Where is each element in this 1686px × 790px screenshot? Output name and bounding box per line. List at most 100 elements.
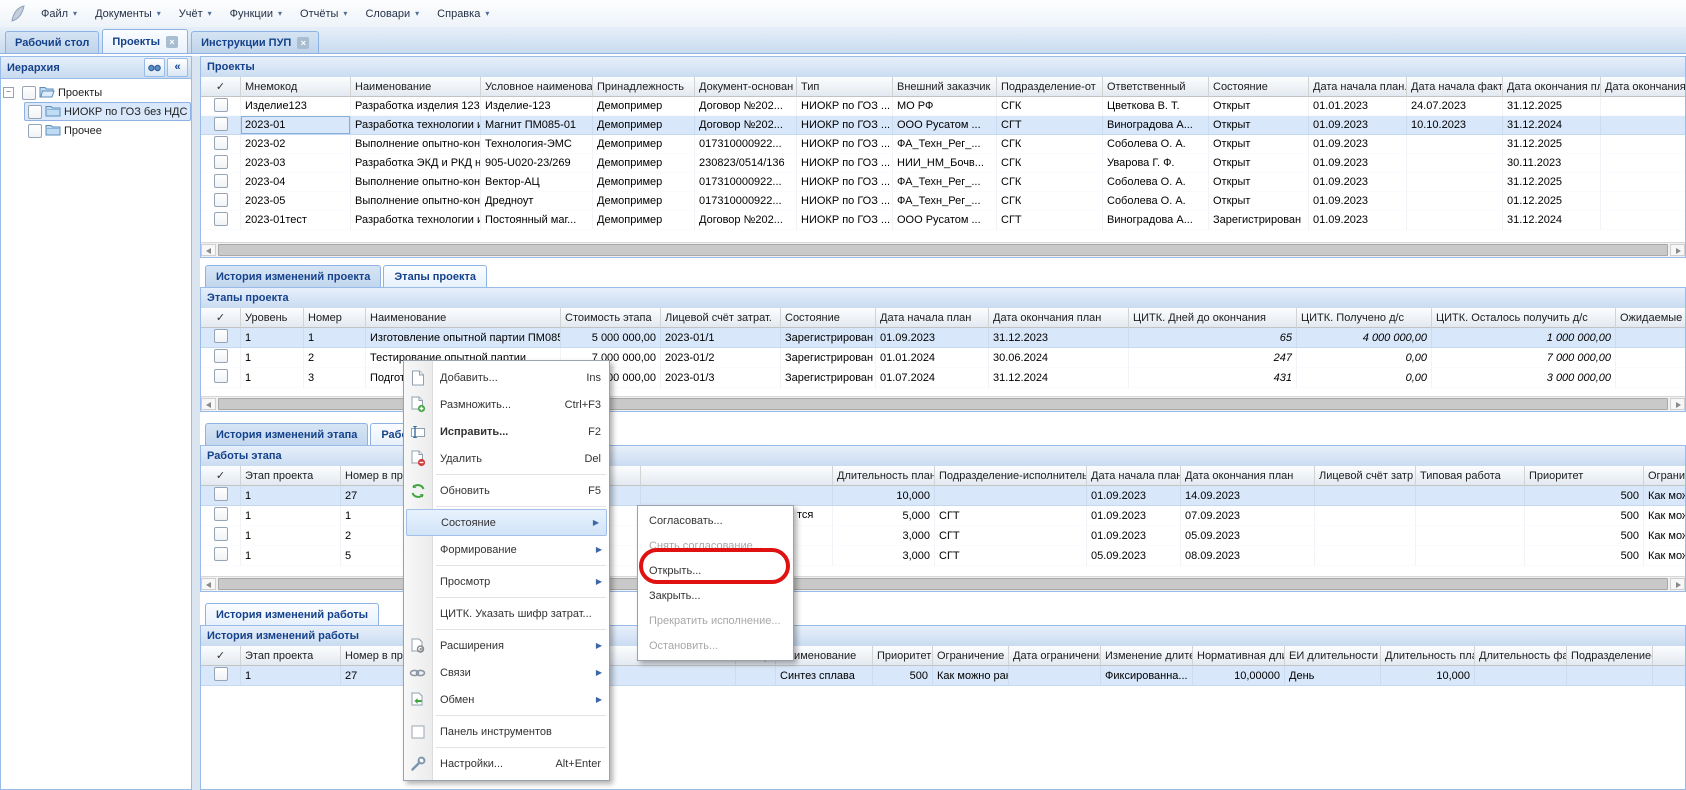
column-header[interactable]: Подразделение-от — [997, 77, 1103, 97]
column-header[interactable]: Тип — [797, 77, 893, 97]
menu-item[interactable]: Состояние▶ — [406, 509, 607, 536]
cell[interactable]: ФА_Техн_Рег_... — [893, 192, 997, 211]
cell[interactable]: 2023-01/3 — [661, 368, 781, 388]
cell[interactable]: 01.09.2023 — [1087, 486, 1181, 506]
cell[interactable]: 30.11.2023 — [1503, 154, 1601, 173]
cell[interactable]: Зарегистрирован — [781, 368, 876, 388]
column-header[interactable]: Дата начала факт. — [1407, 77, 1503, 97]
cell[interactable]: СГК — [997, 135, 1103, 154]
cell[interactable]: 01.09.2023 — [1309, 173, 1407, 192]
row-checkbox[interactable] — [214, 155, 228, 169]
column-header[interactable]: Дата начала план — [876, 308, 989, 328]
window-tab[interactable]: Инструкции ПУП× — [191, 31, 319, 53]
cell[interactable]: Изготовление опытной партии ПМ085-01 — [366, 328, 561, 348]
cell[interactable]: 2023-03 — [241, 154, 351, 173]
cell[interactable]: Открыт — [1209, 97, 1309, 116]
column-header[interactable]: ЕИ длительности — [1285, 646, 1381, 666]
row-checkbox[interactable] — [214, 507, 228, 521]
cell[interactable]: Как можно ран... — [1644, 486, 1685, 506]
cell[interactable]: Технология-ЭМС — [481, 135, 593, 154]
column-header[interactable]: Номер — [304, 308, 366, 328]
cell[interactable]: 01.09.2023 — [1087, 526, 1181, 546]
table-row[interactable]: 2023-03Разработка ЭКД и РКД н...905-U020… — [201, 154, 1685, 173]
tree-expander-icon[interactable]: − — [3, 87, 14, 98]
cell[interactable]: 2023-05 — [241, 192, 351, 211]
cell[interactable]: 905-U020-23/269 — [481, 154, 593, 173]
column-header[interactable]: Нормативная длит — [1193, 646, 1285, 666]
cell[interactable] — [1653, 666, 1685, 686]
cell[interactable]: 10,00000 — [1193, 666, 1285, 686]
cell[interactable]: Демопример — [593, 211, 695, 230]
cell[interactable] — [1407, 154, 1503, 173]
row-checkbox[interactable] — [214, 98, 228, 112]
menubar-item[interactable]: Учёт▾ — [170, 4, 221, 24]
row-checkbox[interactable] — [214, 212, 228, 226]
column-header[interactable]: Дата окончания план — [1181, 466, 1315, 486]
cell[interactable]: 5 000 000,00 — [561, 328, 661, 348]
cell[interactable]: 1 — [241, 506, 341, 526]
row-checkbox[interactable] — [214, 369, 228, 383]
column-header[interactable]: Подразделение-ис — [1567, 646, 1653, 666]
cell[interactable] — [1601, 116, 1685, 135]
column-header[interactable]: Ожидаемые — [1616, 308, 1685, 328]
cell[interactable]: Демопример — [593, 135, 695, 154]
cell[interactable]: 500 — [1525, 526, 1644, 546]
row-checkbox[interactable] — [214, 349, 228, 363]
column-header[interactable]: Дата начала план. — [1087, 466, 1181, 486]
cell[interactable]: СГК — [997, 97, 1103, 116]
column-header[interactable]: Лицевой счёт затрат. — [661, 308, 781, 328]
cell[interactable]: Договор №202... — [695, 116, 797, 135]
cell[interactable]: 24.07.2023 — [1407, 97, 1503, 116]
cell[interactable] — [1315, 506, 1416, 526]
menubar-item[interactable]: Словари▾ — [356, 4, 428, 24]
table-row[interactable]: 2023-04Выполнение опытно-конс...Вектор-А… — [201, 173, 1685, 192]
menu-item[interactable]: ЦИТК. Указать шифр затрат... — [404, 600, 609, 627]
cell[interactable]: Разработка технологии и... — [351, 211, 481, 230]
close-icon[interactable]: × — [166, 36, 178, 48]
cell[interactable]: Как можно ран... — [933, 666, 1009, 686]
cell[interactable]: Демопример — [593, 154, 695, 173]
column-header[interactable]: ЦИТК. Получено д/с — [1297, 308, 1432, 328]
cell[interactable]: НИОКР по ГОЗ ... — [797, 97, 893, 116]
column-header[interactable]: Лицевой счёт затр — [1315, 466, 1416, 486]
cell[interactable]: СГТ — [935, 526, 1087, 546]
column-header[interactable]: Мнемокод — [241, 77, 351, 97]
menu-item[interactable]: Размножить...Ctrl+F3 — [404, 391, 609, 418]
cell[interactable]: 1 — [241, 348, 304, 368]
column-header[interactable]: Приоритет — [1525, 466, 1644, 486]
cell[interactable]: 10,000 — [1381, 666, 1475, 686]
cell[interactable] — [1567, 666, 1653, 686]
cell[interactable]: Изделие-123 — [481, 97, 593, 116]
column-header[interactable]: Ограничение — [1644, 466, 1685, 486]
cell[interactable] — [1407, 211, 1503, 230]
cell[interactable]: 31.12.2025 — [1503, 97, 1601, 116]
menubar-item[interactable]: Справка▾ — [428, 4, 498, 24]
cell[interactable] — [1601, 135, 1685, 154]
table-row[interactable]: Изделие123Разработка изделия 123Изделие-… — [201, 97, 1685, 116]
cell[interactable]: ООО Русатом ... — [893, 211, 997, 230]
cell[interactable]: Выполнение опытно-конс... — [351, 192, 481, 211]
cell[interactable] — [1601, 154, 1685, 173]
cell[interactable]: СГК — [997, 173, 1103, 192]
tree-item[interactable]: −Проекты — [3, 83, 189, 102]
projects-hscrollbar[interactable] — [201, 242, 1685, 257]
table-row[interactable]: 2023-02Выполнение опытно-конс...Технолог… — [201, 135, 1685, 154]
column-header[interactable] — [1653, 646, 1685, 666]
row-checkbox[interactable] — [214, 174, 228, 188]
cell[interactable] — [935, 486, 1087, 506]
cell[interactable] — [1601, 192, 1685, 211]
cell[interactable] — [1601, 211, 1685, 230]
cell[interactable]: 0,00 — [1297, 348, 1432, 368]
works-tab[interactable]: История изменений этапа — [205, 423, 368, 445]
cell[interactable] — [1407, 173, 1503, 192]
row-checkbox[interactable] — [214, 547, 228, 561]
cell[interactable]: 01.01.2024 — [876, 348, 989, 368]
menubar-item[interactable]: Функции▾ — [221, 4, 291, 24]
tree-checkbox[interactable] — [22, 86, 36, 100]
row-checkbox[interactable] — [214, 136, 228, 150]
cell[interactable]: Выполнение опытно-конс... — [351, 135, 481, 154]
cell[interactable]: 2023-02 — [241, 135, 351, 154]
cell[interactable]: 05.09.2023 — [1087, 546, 1181, 566]
cell[interactable]: 500 — [1525, 506, 1644, 526]
tree-item[interactable]: НИОКР по ГОЗ без НДС — [3, 102, 189, 121]
